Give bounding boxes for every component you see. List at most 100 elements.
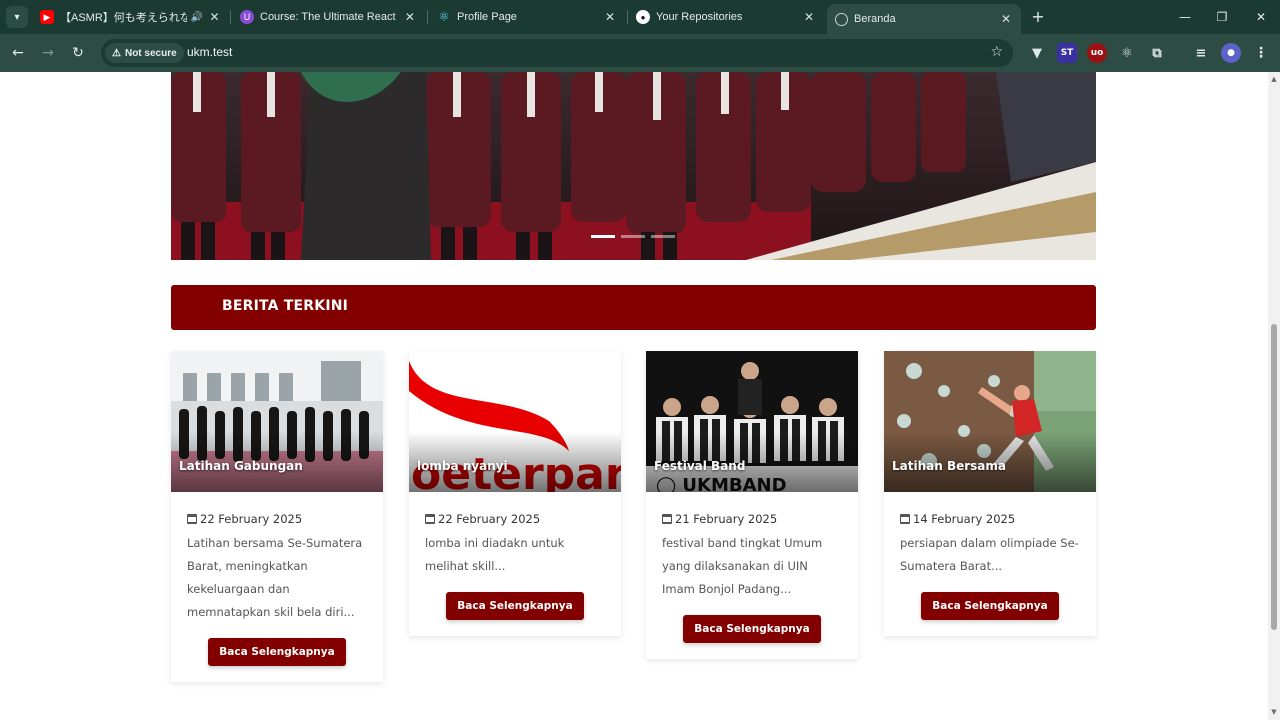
news-excerpt: persiapan dalam olimpiade Se-Sumatera Ba… [900, 536, 1079, 573]
news-card-body: 14 February 2025 persiapan dalam olimpia… [884, 492, 1096, 636]
ublock-icon[interactable]: uo [1087, 43, 1107, 63]
news-thumbnail[interactable]: Latihan Gabungan [171, 351, 383, 492]
read-more-wrap: Baca Selengkapnya [187, 638, 367, 666]
read-more-wrap: Baca Selengkapnya [662, 615, 842, 643]
carousel-indicators [591, 235, 675, 238]
address-bar[interactable]: ⚠ Not secure ukm.test ☆ [101, 39, 1013, 67]
security-chip[interactable]: ⚠ Not secure [105, 43, 184, 63]
news-card-body: 22 February 2025 Latihan bersama Se-Suma… [171, 492, 383, 682]
reload-button[interactable]: ↻ [67, 42, 89, 64]
close-icon[interactable]: ✕ [802, 10, 816, 24]
scroll-up-icon[interactable]: ▲ [1270, 75, 1278, 83]
news-title[interactable]: Latihan Gabungan [179, 459, 303, 473]
page-scrollbar[interactable]: ▲ ▼ [1268, 72, 1280, 720]
tab-separator [427, 10, 428, 24]
maximize-button[interactable]: ❐ [1210, 6, 1234, 28]
forward-button[interactable]: → [37, 42, 59, 64]
close-icon[interactable]: ✕ [603, 10, 617, 24]
tab-title: Course: The Ultimate React Cou [260, 11, 398, 23]
tab-title: Profile Page [457, 11, 517, 23]
news-date-text: 22 February 2025 [200, 512, 303, 526]
tab-github-repositories[interactable]: ● Your Repositories ✕ [628, 4, 824, 30]
page-viewport: BERITA TERKINI Latihan Gabungan 22 Febru… [0, 72, 1268, 720]
tab-course[interactable]: U Course: The Ultimate React Cou ✕ [232, 4, 424, 30]
hero-carousel[interactable] [171, 72, 1096, 260]
news-date-text: 22 February 2025 [438, 512, 541, 526]
news-excerpt: festival band tingkat Umum yang dilaksan… [662, 536, 823, 596]
globe-icon [835, 12, 848, 26]
news-excerpt: Latihan bersama Se-Sumatera Barat, menin… [187, 536, 363, 619]
section-header: BERITA TERKINI [171, 285, 1096, 330]
calendar-icon [187, 514, 197, 524]
news-thumbnail[interactable]: ◯ UKMBAND Festival Band [646, 351, 858, 492]
news-date: 21 February 2025 [662, 512, 842, 526]
calendar-icon [900, 514, 910, 524]
bookmark-star-icon[interactable]: ☆ [990, 44, 1003, 60]
react-devtools-icon[interactable]: ⚛ [1117, 43, 1137, 63]
calendar-icon [662, 514, 672, 524]
section-title: BERITA TERKINI [222, 298, 349, 314]
news-title[interactable]: lomba nyanyi [417, 459, 508, 473]
news-card-body: 22 February 2025 lomba ini diadakn untuk… [409, 492, 621, 636]
news-title[interactable]: Latihan Bersama [892, 459, 1006, 473]
tab-title: 【ASMR】何も考えられなくなる [60, 12, 187, 24]
close-icon[interactable]: ✕ [999, 12, 1013, 26]
news-thumbnail[interactable]: oeterpar lomba nyanyi [409, 351, 621, 492]
chevron-down-icon: ▾ [14, 11, 20, 23]
react-icon: ⚛ [438, 9, 450, 24]
read-more-button[interactable]: Baca Selengkapnya [921, 592, 1059, 620]
minimize-button[interactable]: — [1173, 6, 1197, 28]
new-tab-button[interactable]: + [1028, 7, 1048, 27]
read-more-button[interactable]: Baca Selengkapnya [446, 592, 584, 620]
news-title[interactable]: Festival Band [654, 459, 745, 473]
scroll-down-icon[interactable]: ▼ [1270, 708, 1278, 716]
carousel-indicator-2[interactable] [621, 235, 645, 238]
tab-title: Beranda [854, 13, 896, 25]
back-button[interactable]: ← [7, 42, 29, 64]
speaker-icon[interactable]: 🔊 [191, 12, 203, 23]
avatar[interactable]: ● [1221, 43, 1241, 63]
warning-icon: ⚠ [112, 47, 121, 59]
calendar-icon [425, 514, 435, 524]
extensions-puzzle-icon[interactable]: ⧉ [1147, 43, 1167, 63]
news-card: Latihan Gabungan 22 February 2025 Latiha… [171, 351, 383, 682]
tab-title: Your Repositories [656, 11, 743, 23]
browser-toolbar: ← → ↻ ⚠ Not secure ukm.test ☆ ▼ ST uo ⚛ … [0, 34, 1280, 72]
close-window-button[interactable]: ✕ [1249, 6, 1273, 28]
tab-youtube[interactable]: ▶ 【ASMR】何も考えられなくなる 🔊 ✕ [32, 4, 228, 30]
security-label: Not secure [124, 47, 177, 59]
course-icon: U [240, 10, 254, 24]
tab-beranda[interactable]: Beranda ✕ [827, 4, 1021, 34]
hero-image [171, 72, 1096, 260]
news-excerpt: lomba ini diadakn untuk melihat skill... [425, 536, 565, 573]
news-date: 22 February 2025 [187, 512, 367, 526]
github-icon: ● [636, 10, 650, 24]
tab-separator [230, 10, 231, 24]
carousel-indicator-1[interactable] [591, 235, 615, 238]
scrollbar-thumb[interactable] [1271, 324, 1277, 630]
news-thumbnail[interactable]: Latihan Bersama [884, 351, 1096, 492]
news-card: Latihan Bersama 14 February 2025 persiap… [884, 351, 1096, 636]
vue-devtools-icon[interactable]: ▼ [1027, 43, 1047, 63]
news-card: ◯ UKMBAND Festival Band 21 February 2025… [646, 351, 858, 659]
url-text[interactable]: ukm.test [187, 45, 232, 59]
media-control-icon[interactable]: ≡ [1191, 43, 1211, 63]
read-more-button[interactable]: Baca Selengkapnya [683, 615, 821, 643]
youtube-icon: ▶ [40, 10, 54, 24]
read-more-wrap: Baca Selengkapnya [900, 592, 1080, 620]
read-more-wrap: Baca Selengkapnya [425, 592, 605, 620]
news-date: 14 February 2025 [900, 512, 1080, 526]
news-card-body: 21 February 2025 festival band tingkat U… [646, 492, 858, 659]
carousel-indicator-3[interactable] [651, 235, 675, 238]
tab-profile-page[interactable]: ⚛ Profile Page ✕ [429, 4, 625, 30]
read-more-button[interactable]: Baca Selengkapnya [208, 638, 346, 666]
tab-search-button[interactable]: ▾ [6, 6, 28, 28]
close-icon[interactable]: ✕ [404, 10, 416, 24]
news-date: 22 February 2025 [425, 512, 605, 526]
news-date-text: 14 February 2025 [913, 512, 1016, 526]
more-menu-icon[interactable]: ⋮ [1251, 43, 1271, 63]
extension-st-icon[interactable]: ST [1057, 43, 1077, 63]
news-card: oeterpar lomba nyanyi 22 February 2025 l… [409, 351, 621, 636]
tab-strip: ▾ ▶ 【ASMR】何も考えられなくなる 🔊 ✕ U Course: The U… [0, 0, 1280, 34]
close-icon[interactable]: ✕ [209, 10, 220, 24]
